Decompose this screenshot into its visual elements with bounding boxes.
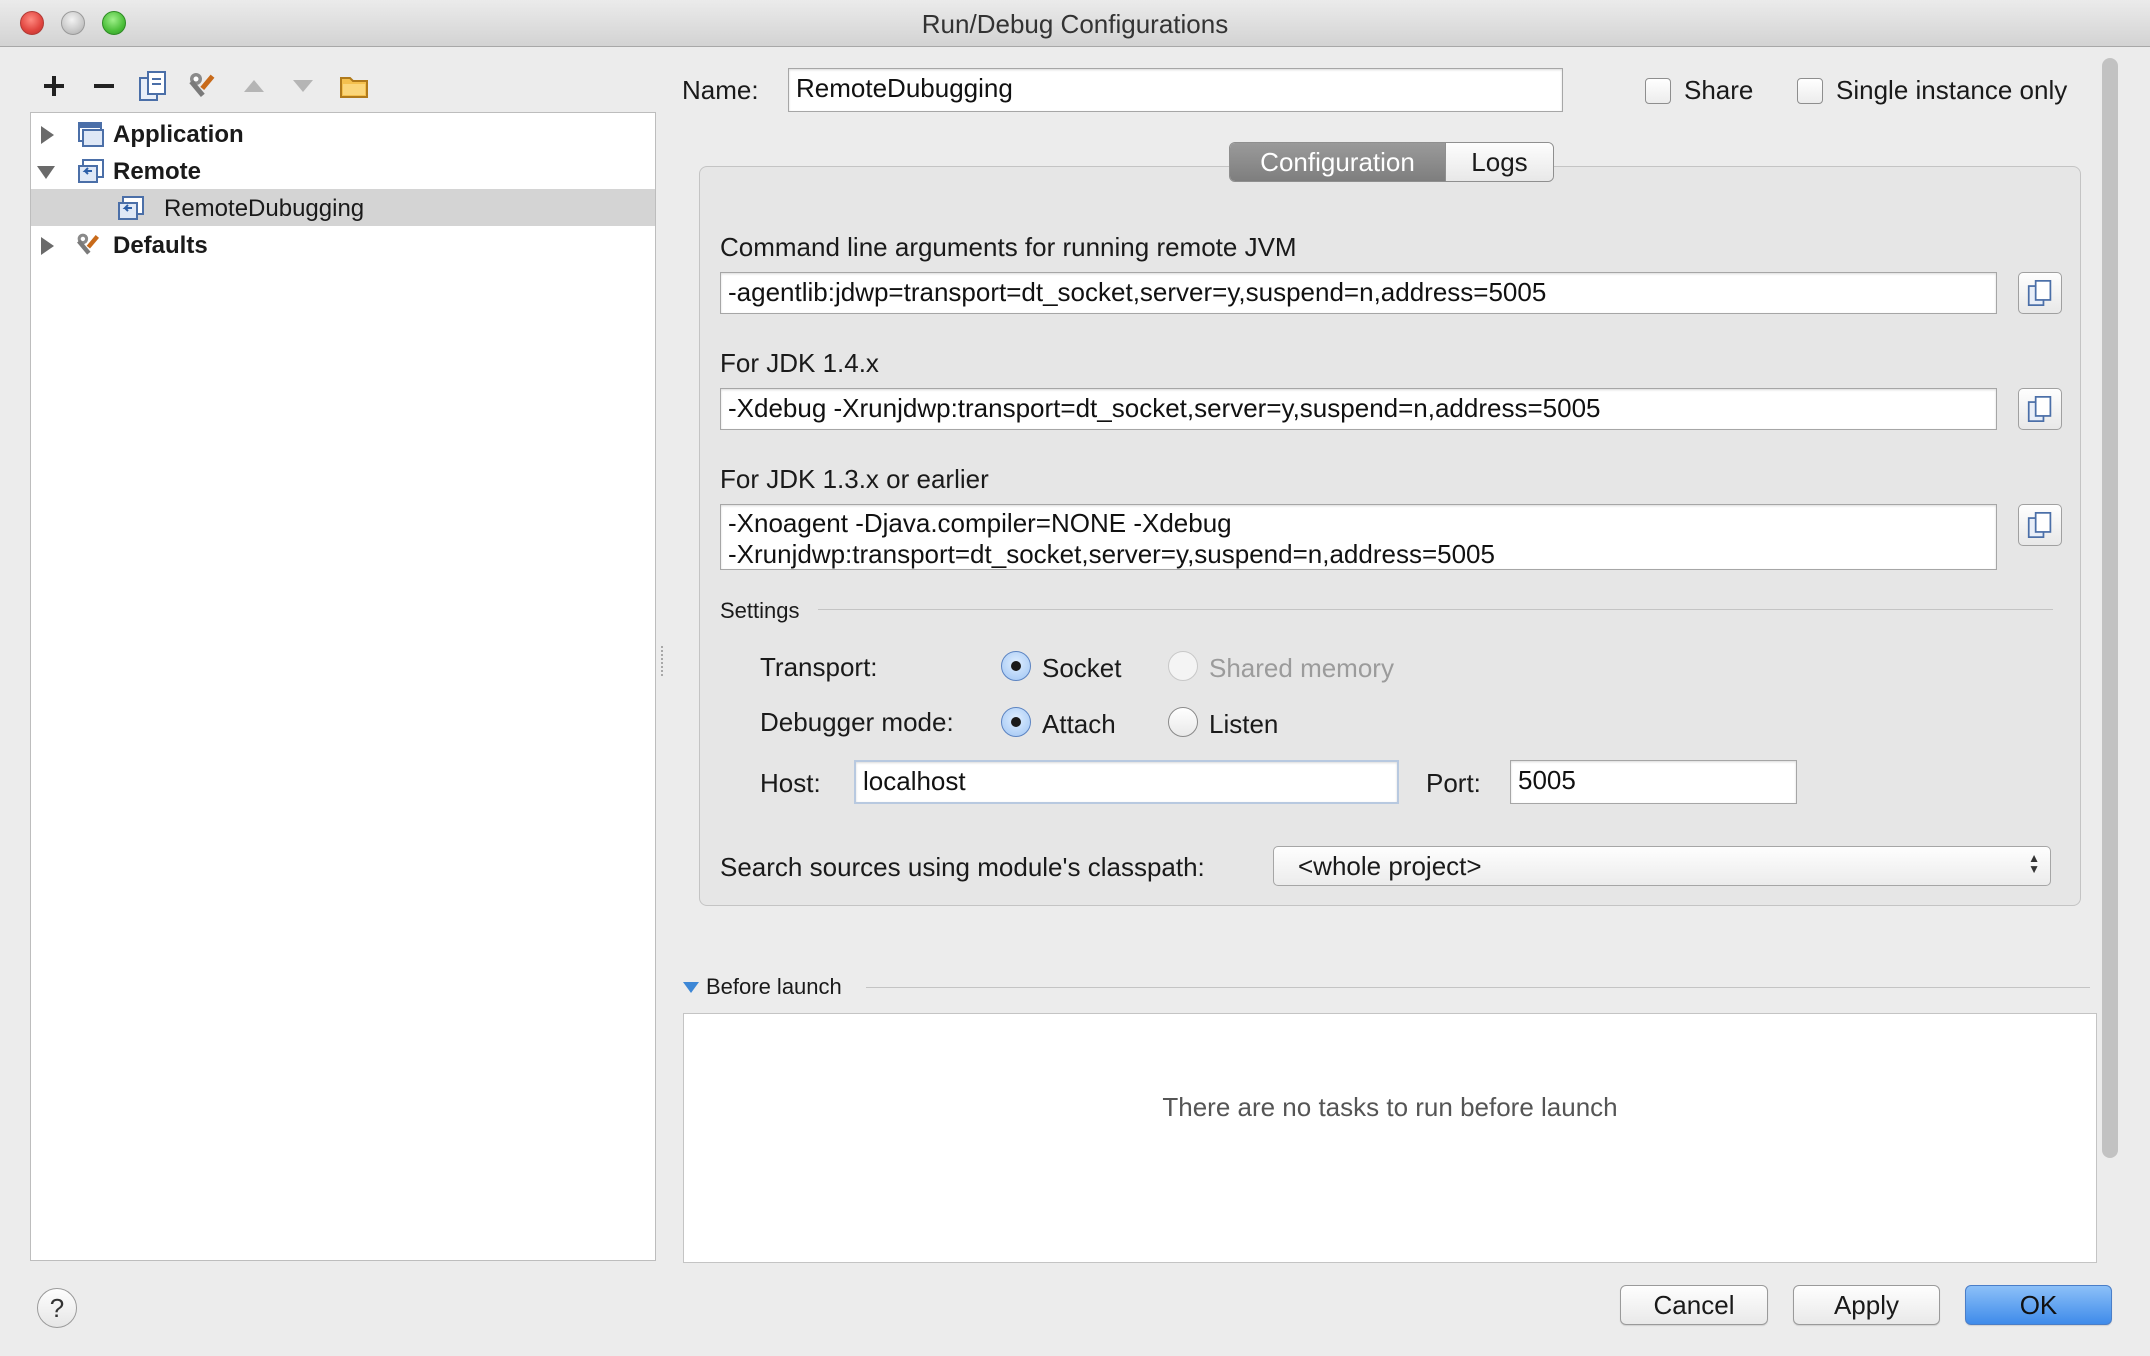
- jdk13-line: -Xrunjdwp:transport=dt_socket,server=y,s…: [728, 539, 1495, 569]
- single-instance-label: Single instance only: [1836, 75, 2068, 105]
- before-launch-separator: [866, 987, 2090, 988]
- tree-item-application[interactable]: Application: [31, 115, 655, 152]
- move-down-button[interactable]: [284, 67, 322, 105]
- jdk14-label: For JDK 1.4.x: [720, 348, 879, 378]
- cmd-args-field[interactable]: -agentlib:jdwp=transport=dt_socket,serve…: [720, 272, 1997, 314]
- copy-jdk14-button[interactable]: [2018, 388, 2062, 430]
- copy-icon: [139, 71, 166, 101]
- tree-item-label: Defaults: [113, 232, 208, 259]
- tab-bar: Configuration Logs: [1229, 142, 1554, 182]
- search-sources-label: Search sources using module's classpath:: [720, 852, 1205, 882]
- wrench-icon: [189, 73, 215, 97]
- module-classpath-value: <whole project>: [1298, 851, 1482, 881]
- copy-configuration-button[interactable]: [134, 67, 172, 105]
- application-icon: [78, 122, 104, 147]
- vertical-scrollbar[interactable]: [2102, 58, 2118, 1158]
- transport-shared-memory-label: Shared memory: [1209, 653, 1394, 683]
- single-instance-checkbox[interactable]: [1797, 78, 1823, 104]
- help-button[interactable]: ?: [37, 1288, 77, 1328]
- collapse-arrow-icon[interactable]: [37, 166, 55, 179]
- ok-button[interactable]: OK: [1965, 1285, 2112, 1325]
- copy-icon: [2027, 280, 2052, 306]
- window-title: Run/Debug Configurations: [921, 9, 1229, 39]
- edit-defaults-button[interactable]: [184, 67, 222, 105]
- mode-attach-radio[interactable]: [1001, 707, 1031, 737]
- configuration-tree[interactable]: Application Remote RemoteDubugging Defau…: [30, 112, 656, 1261]
- transport-label: Transport:: [760, 652, 878, 682]
- copy-icon: [2027, 396, 2052, 422]
- port-label: Port:: [1426, 768, 1481, 798]
- module-classpath-select[interactable]: <whole project> ▲ ▼: [1273, 846, 2051, 886]
- apply-button[interactable]: Apply: [1793, 1285, 1940, 1325]
- wrench-icon: [77, 233, 100, 255]
- tree-item-defaults[interactable]: Defaults: [31, 226, 655, 263]
- select-arrows-icon: ▲ ▼: [2028, 851, 2040, 876]
- jdk13-field[interactable]: -Xnoagent -Djava.compiler=NONE -Xdebug -…: [720, 504, 1997, 570]
- add-icon: [44, 76, 64, 96]
- copy-jdk13-button[interactable]: [2018, 504, 2062, 546]
- jdk13-line: -Xnoagent -Djava.compiler=NONE -Xdebug: [728, 508, 1232, 538]
- splitter-handle[interactable]: [661, 646, 667, 676]
- share-checkbox[interactable]: [1645, 78, 1671, 104]
- before-launch-collapse-icon[interactable]: [683, 982, 699, 993]
- host-label: Host:: [760, 768, 821, 798]
- mode-attach-label: Attach: [1042, 709, 1116, 739]
- copy-cmd-args-button[interactable]: [2018, 272, 2062, 314]
- copy-icon: [2027, 512, 2052, 538]
- folder-icon: [340, 77, 368, 98]
- share-label: Share: [1684, 75, 1754, 105]
- before-launch-title[interactable]: Before launch: [706, 974, 842, 1000]
- title-bar: Run/Debug Configurations: [0, 0, 2150, 47]
- remote-config-icon: [118, 196, 144, 220]
- debugger-mode-label: Debugger mode:: [760, 707, 954, 737]
- jdk13-label: For JDK 1.3.x or earlier: [720, 464, 989, 494]
- scrollbar-thumb[interactable]: [2102, 58, 2118, 1158]
- remote-icon: [78, 159, 104, 183]
- mode-listen-label: Listen: [1209, 709, 1279, 739]
- transport-socket-label: Socket: [1042, 653, 1122, 683]
- tree-item-remote[interactable]: Remote: [31, 152, 655, 189]
- create-folder-button[interactable]: [335, 67, 373, 105]
- host-field[interactable]: localhost: [854, 760, 1399, 804]
- transport-socket-radio[interactable]: [1001, 651, 1031, 681]
- transport-shared-memory-radio: [1168, 651, 1198, 681]
- tree-item-label: RemoteDubugging: [164, 195, 365, 222]
- mode-listen-radio[interactable]: [1168, 707, 1198, 737]
- add-configuration-button[interactable]: [35, 67, 73, 105]
- tab-configuration[interactable]: Configuration: [1230, 143, 1445, 181]
- tree-item-remotedubugging[interactable]: RemoteDubugging: [31, 189, 655, 226]
- move-up-button[interactable]: [235, 67, 273, 105]
- expand-arrow-icon[interactable]: [41, 237, 54, 255]
- settings-separator: [818, 609, 2053, 610]
- jdk14-field[interactable]: -Xdebug -Xrunjdwp:transport=dt_socket,se…: [720, 388, 1997, 430]
- move-down-icon: [293, 80, 313, 92]
- move-up-icon: [244, 80, 264, 92]
- cmd-args-label: Command line arguments for running remot…: [720, 232, 1297, 262]
- remove-configuration-button[interactable]: [85, 67, 123, 105]
- remove-icon: [94, 84, 114, 88]
- name-field[interactable]: RemoteDubugging: [788, 68, 1563, 112]
- cancel-button[interactable]: Cancel: [1620, 1285, 1768, 1325]
- tree-item-label: Remote: [113, 158, 202, 185]
- before-launch-task-list[interactable]: There are no tasks to run before launch: [683, 1013, 2097, 1263]
- tree-item-label: Application: [113, 121, 244, 148]
- before-launch-empty-text: There are no tasks to run before launch: [1162, 1092, 1618, 1122]
- expand-arrow-icon[interactable]: [41, 126, 54, 144]
- port-field[interactable]: 5005: [1510, 760, 1797, 804]
- tab-logs[interactable]: Logs: [1445, 143, 1553, 181]
- settings-title: Settings: [720, 598, 800, 623]
- name-label: Name:: [682, 75, 759, 105]
